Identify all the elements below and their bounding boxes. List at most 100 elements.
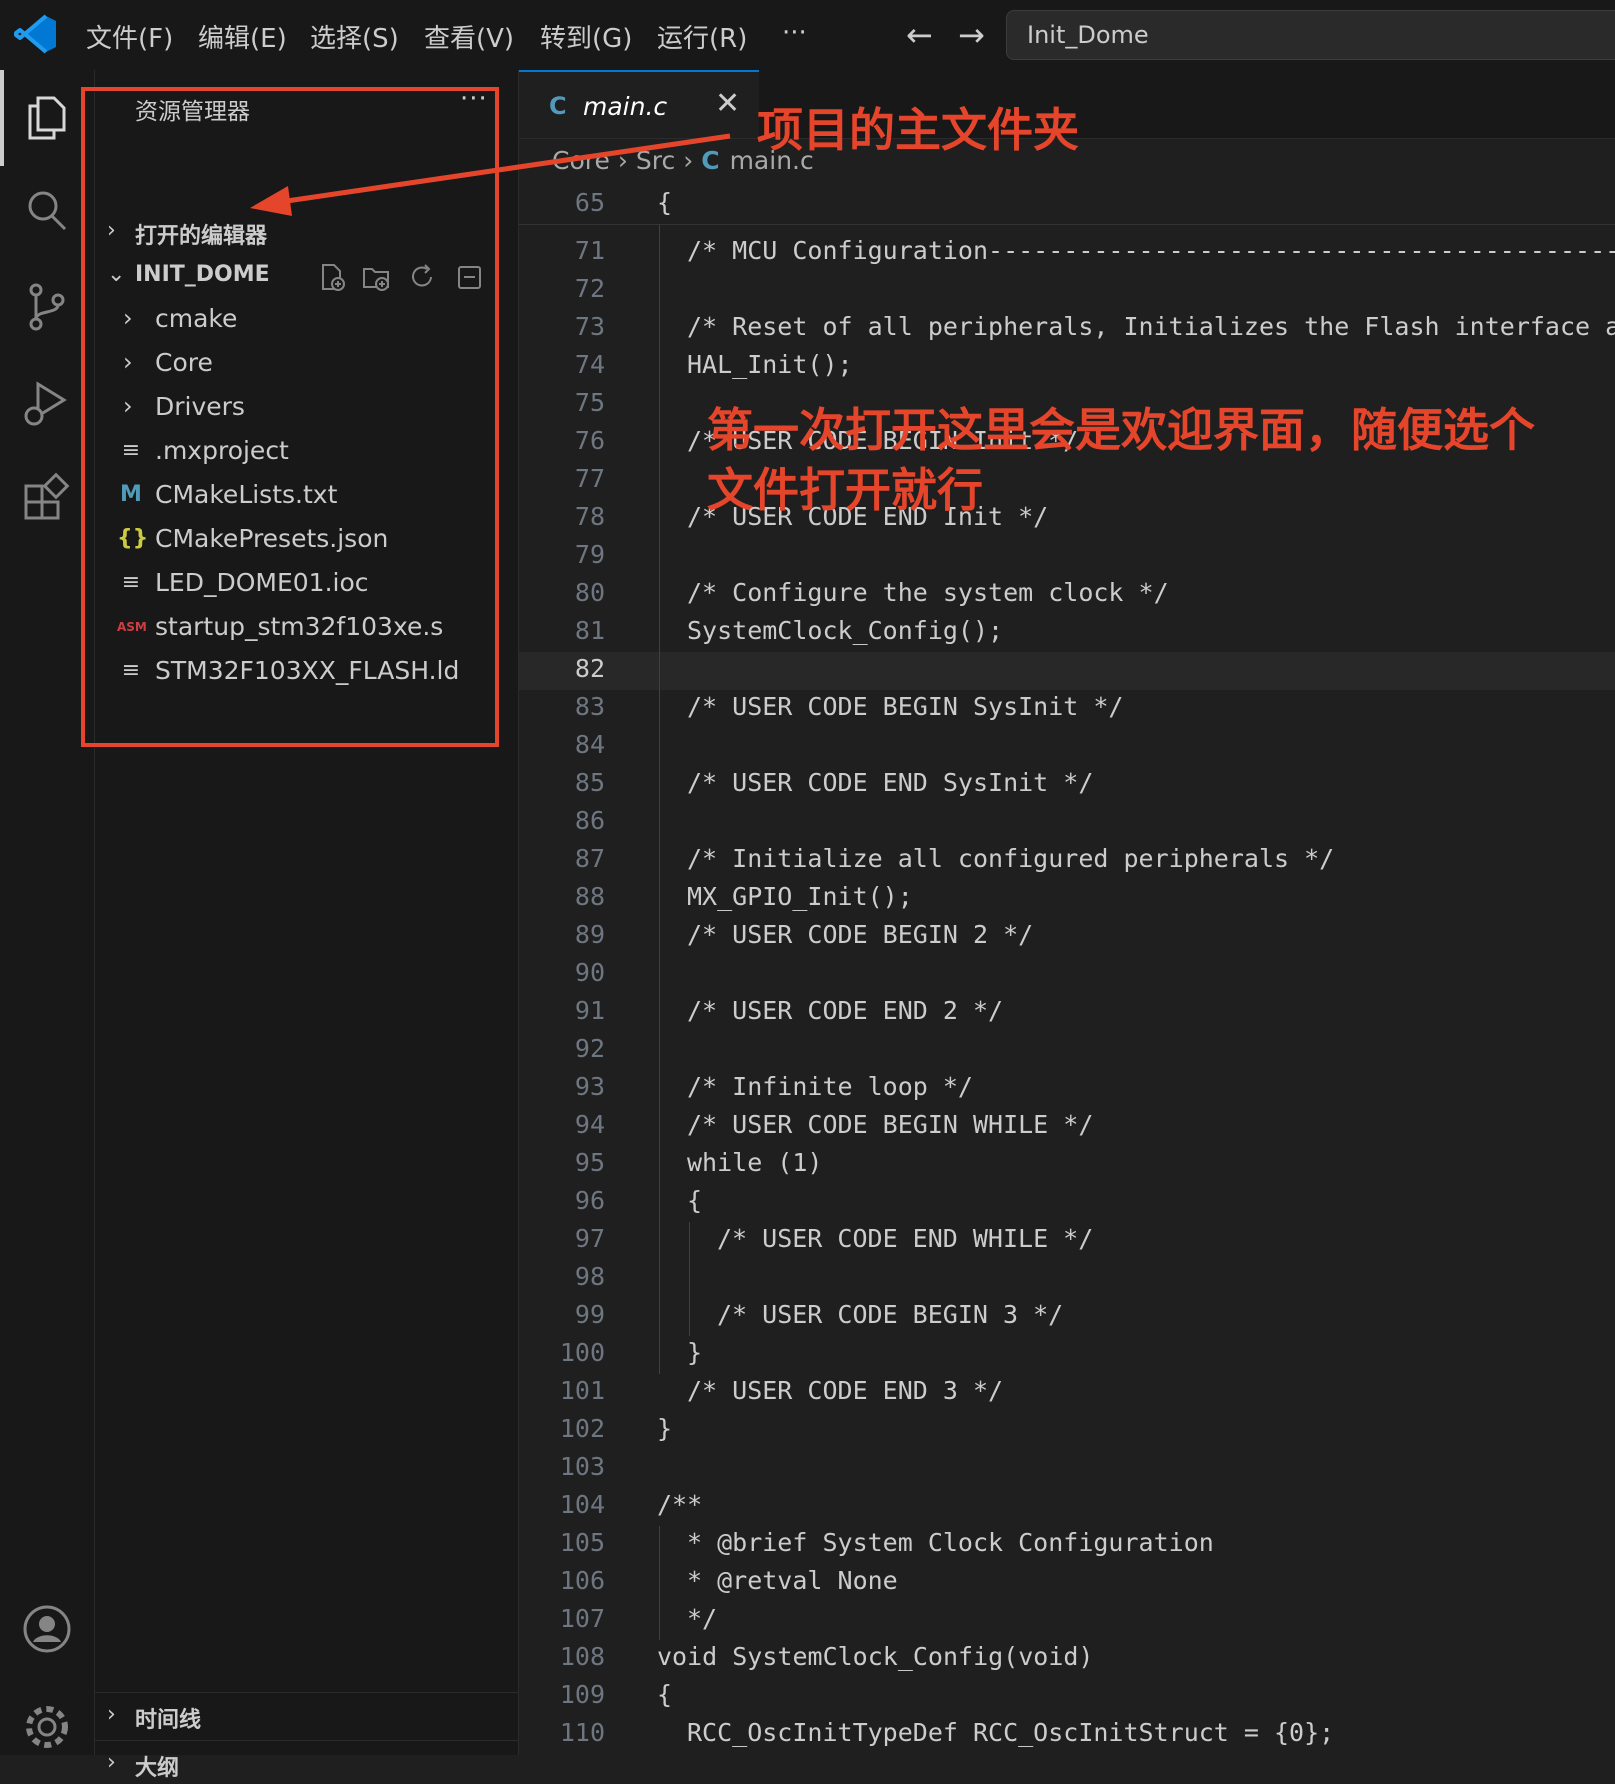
code-text: } xyxy=(657,1414,673,1443)
code-text: /* USER CODE END SysInit */ xyxy=(687,768,1094,797)
code-line[interactable]: 86 xyxy=(519,804,1615,842)
code-text: void SystemClock_Config(void) xyxy=(657,1642,1094,1671)
code-line[interactable]: 77 xyxy=(519,462,1615,500)
settings-gear-icon[interactable] xyxy=(20,1700,74,1754)
close-icon[interactable]: ✕ xyxy=(715,86,740,121)
line-number: 103 xyxy=(559,1452,605,1481)
tab-main-c[interactable]: C main.c ✕ xyxy=(519,70,759,138)
code-line[interactable]: 73 /* Reset of all peripherals, Initializ… xyxy=(519,310,1615,348)
line-number: 88 xyxy=(574,882,605,911)
line-number: 95 xyxy=(574,1148,605,1177)
code-line[interactable]: 105 * @brief System Clock Configuration xyxy=(519,1526,1615,1564)
code-text: { xyxy=(657,1680,673,1709)
explorer-icon[interactable] xyxy=(20,90,74,144)
annotation-welcome-note-2: 文件打开就行 xyxy=(707,463,983,517)
line-number: 89 xyxy=(574,920,605,949)
menu-selection[interactable]: 选择(S) xyxy=(310,18,399,55)
back-arrow-icon[interactable]: ← xyxy=(906,16,933,54)
code-line[interactable]: 99 /* USER CODE BEGIN 3 */ xyxy=(519,1298,1615,1336)
code-line[interactable]: 94 /* USER CODE BEGIN WHILE */ xyxy=(519,1108,1615,1146)
code-line[interactable]: 78/* USER CODE END Init */ xyxy=(519,500,1615,538)
section-timeline[interactable]: › 时间线 xyxy=(95,1696,518,1736)
code-text: { xyxy=(657,188,673,217)
code-line[interactable]: 104 /** xyxy=(519,1488,1615,1526)
code-line[interactable]: 81 SystemClock_Config(); xyxy=(519,614,1615,652)
code-text: /* USER CODE BEGIN SysInit */ xyxy=(687,692,1124,721)
line-number: 93 xyxy=(574,1072,605,1101)
code-line[interactable]: 98 xyxy=(519,1260,1615,1298)
divider xyxy=(95,1740,518,1741)
section-outline[interactable]: › 大纲 xyxy=(95,1744,518,1784)
code-line[interactable]: 95 while (1) xyxy=(519,1146,1615,1184)
menu-view[interactable]: 查看(V) xyxy=(424,18,514,55)
code-line[interactable]: 109 { xyxy=(519,1678,1615,1716)
code-line[interactable]: 106 * @retval None xyxy=(519,1564,1615,1602)
line-number: 104 xyxy=(559,1490,605,1519)
code-line[interactable]: 79 xyxy=(519,538,1615,576)
code-line[interactable]: 84 xyxy=(519,728,1615,766)
code-text: /* Infinite loop */ xyxy=(687,1072,973,1101)
line-number: 82 xyxy=(574,654,605,683)
menu-more[interactable]: ··· xyxy=(782,18,807,48)
code-line[interactable]: 72 xyxy=(519,272,1615,310)
code-line[interactable]: 74 HAL_Init(); xyxy=(519,348,1615,386)
search-icon[interactable] xyxy=(20,184,74,238)
code-line[interactable]: 90 xyxy=(519,956,1615,994)
line-number: 102 xyxy=(559,1414,605,1443)
code-line[interactable]: 102} xyxy=(519,1412,1615,1450)
line-number: 80 xyxy=(574,578,605,607)
line-number: 105 xyxy=(559,1528,605,1557)
code-line[interactable]: 103 xyxy=(519,1450,1615,1488)
code-line[interactable]: 107 */ xyxy=(519,1602,1615,1640)
command-center-search[interactable]: Init_Dome xyxy=(1006,10,1615,60)
code-text: /* Reset of all peripherals, Initializes… xyxy=(687,312,1615,341)
code-line[interactable]: 80 /* Configure the system clock */ xyxy=(519,576,1615,614)
sticky-scroll-line[interactable]: 65 { xyxy=(519,186,1615,225)
code-line[interactable]: 92 xyxy=(519,1032,1615,1070)
code-line[interactable]: 93 /* Infinite loop */ xyxy=(519,1070,1615,1108)
menu-go[interactable]: 转到(G) xyxy=(540,18,632,55)
line-number: 79 xyxy=(574,540,605,569)
line-number: 90 xyxy=(574,958,605,987)
c-file-icon: C xyxy=(549,92,567,120)
code-text: /** xyxy=(657,1490,703,1519)
menu-edit[interactable]: 编辑(E) xyxy=(198,18,287,55)
menu-run[interactable]: 运行(R) xyxy=(657,18,747,55)
line-number: 83 xyxy=(574,692,605,721)
line-number: 106 xyxy=(559,1566,605,1595)
code-line[interactable]: 85 /* USER CODE END SysInit */ xyxy=(519,766,1615,804)
code-text: SystemClock_Config(); xyxy=(687,616,1004,645)
code-text: * @retval None xyxy=(687,1566,898,1595)
indent-guide xyxy=(689,1222,690,1336)
menu-file[interactable]: 文件(F) xyxy=(86,18,173,55)
code-line[interactable]: 71/* MCU Configuration------------------… xyxy=(519,234,1615,272)
chevron-right-icon: › xyxy=(107,1702,116,1727)
code-line[interactable]: 89 /* USER CODE BEGIN 2 */ xyxy=(519,918,1615,956)
divider xyxy=(95,1692,518,1693)
source-control-icon[interactable] xyxy=(20,280,74,334)
code-line[interactable]: 82 xyxy=(519,652,1615,690)
code-line[interactable]: 101 /* USER CODE END 3 */ xyxy=(519,1374,1615,1412)
code-line[interactable]: 91 /* USER CODE END 2 */ xyxy=(519,994,1615,1032)
code-line[interactable]: 110 RCC_OscInitTypeDef RCC_OscInitStruct … xyxy=(519,1716,1615,1754)
code-line[interactable]: 100} xyxy=(519,1336,1615,1374)
account-icon[interactable] xyxy=(20,1602,74,1656)
command-center-label: Init_Dome xyxy=(1027,21,1149,49)
line-number: 73 xyxy=(574,312,605,341)
code-line[interactable]: 88 MX_GPIO_Init(); xyxy=(519,880,1615,918)
line-number: 94 xyxy=(574,1110,605,1139)
code-line[interactable]: 96 { xyxy=(519,1184,1615,1222)
code-line[interactable]: 97 /* USER CODE END WHILE */ xyxy=(519,1222,1615,1260)
section-label: 时间线 xyxy=(135,1708,202,1733)
run-debug-icon[interactable] xyxy=(20,376,74,430)
code-text: MX_GPIO_Init(); xyxy=(687,882,913,911)
code-line[interactable]: 87 /* Initialize all configured periphera… xyxy=(519,842,1615,880)
extensions-icon[interactable] xyxy=(20,472,74,526)
line-number: 109 xyxy=(559,1680,605,1709)
line-number: 97 xyxy=(574,1224,605,1253)
forward-arrow-icon[interactable]: → xyxy=(958,16,985,54)
indent-guide xyxy=(659,196,660,1374)
line-number: 84 xyxy=(574,730,605,759)
code-line[interactable]: 108 void SystemClock_Config(void) xyxy=(519,1640,1615,1678)
code-line[interactable]: 83 /* USER CODE BEGIN SysInit */ xyxy=(519,690,1615,728)
